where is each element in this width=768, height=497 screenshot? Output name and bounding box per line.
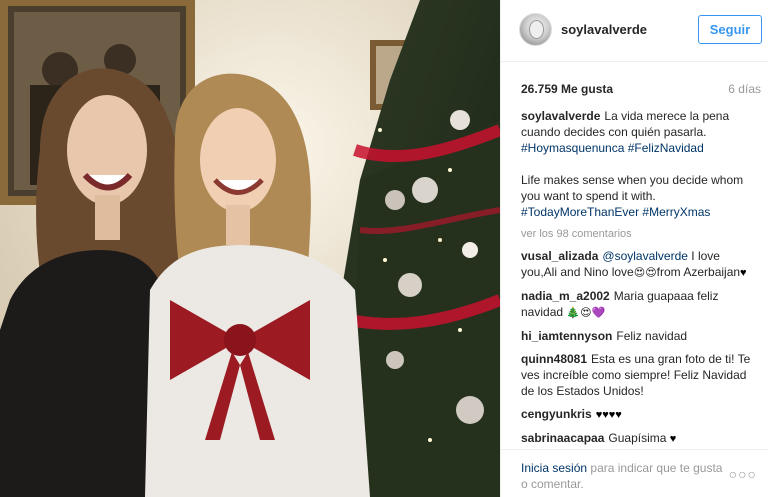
heart-icon: ♥ [740, 267, 747, 279]
likes-count[interactable]: 26.759 Me gusta [521, 82, 613, 96]
comment: cengyunkris ♥♥♥♥ [521, 406, 759, 423]
comment-text: Feliz navidad [616, 329, 688, 343]
view-more-comments-link[interactable]: ver los 98 comentarios [521, 226, 759, 242]
more-options-icon[interactable]: ○○○ [729, 466, 757, 482]
comment: sabrinaacapaa Guapísima ♥ [521, 430, 759, 447]
post-footer: Inicia sesión para indicar que te gusta … [501, 449, 768, 497]
post-username[interactable]: soylavalverde [561, 22, 647, 37]
comment-username[interactable]: hi_iamtennyson [521, 329, 612, 343]
login-link[interactable]: Inicia sesión [521, 461, 587, 475]
comment-mention[interactable]: @soylavalverde [602, 249, 688, 263]
post-time[interactable]: 6 días [728, 82, 761, 96]
login-prompt: Inicia sesión para indicar que te gusta … [521, 460, 731, 492]
comment-emoji: 😍😍 [633, 267, 657, 279]
avatar[interactable] [519, 13, 552, 46]
post-side-panel: soylavalverde Seguir 26.759 Me gusta 6 d… [500, 0, 768, 497]
caption-hashtags-es[interactable]: #Hoymasquenunca #FelizNavidad [521, 141, 704, 155]
heart-icon: ♥♥♥♥ [595, 409, 622, 421]
caption-hashtags-en[interactable]: #TodayMoreThanEver #MerryXmas [521, 205, 710, 219]
post-photo[interactable] [0, 0, 500, 497]
avatar-face [529, 20, 544, 39]
comment-username[interactable]: vusal_alizada [521, 249, 598, 263]
caption-username[interactable]: soylavalverde [521, 109, 600, 123]
comments-list: soylavalverde La vida merece la pena cuan… [521, 108, 759, 448]
photo-illustration [0, 0, 500, 497]
comment: nadia_m_a2002 Maria guapaaa feliz navidad… [521, 288, 759, 321]
caption-english: Life makes sense when you decide whom yo… [521, 172, 759, 220]
comment-emoji: 🎄😍💜 [566, 307, 606, 319]
heart-icon: ♥ [669, 433, 677, 445]
follow-button[interactable]: Seguir [698, 15, 762, 44]
comment-text-2: from Azerbaijan [656, 265, 741, 279]
comment: quinn48081 Esta es una gran foto de ti! T… [521, 351, 759, 399]
comment-username[interactable]: quinn48081 [521, 352, 587, 366]
caption: soylavalverde La vida merece la pena cuan… [521, 108, 759, 156]
comment-username[interactable]: cengyunkris [521, 407, 592, 421]
comment-username[interactable]: nadia_m_a2002 [521, 289, 610, 303]
comment-text: Guapísima [608, 431, 667, 445]
comment: hi_iamtennyson Feliz navidad [521, 328, 759, 344]
comment: vusal_alizada @soylavalverde I love you,A… [521, 248, 759, 281]
comment-username[interactable]: sabrinaacapaa [521, 431, 604, 445]
likes-row: 26.759 Me gusta 6 días [521, 82, 761, 98]
caption-text-en: Life makes sense when you decide whom yo… [521, 173, 744, 203]
post-header: soylavalverde Seguir [501, 0, 768, 62]
